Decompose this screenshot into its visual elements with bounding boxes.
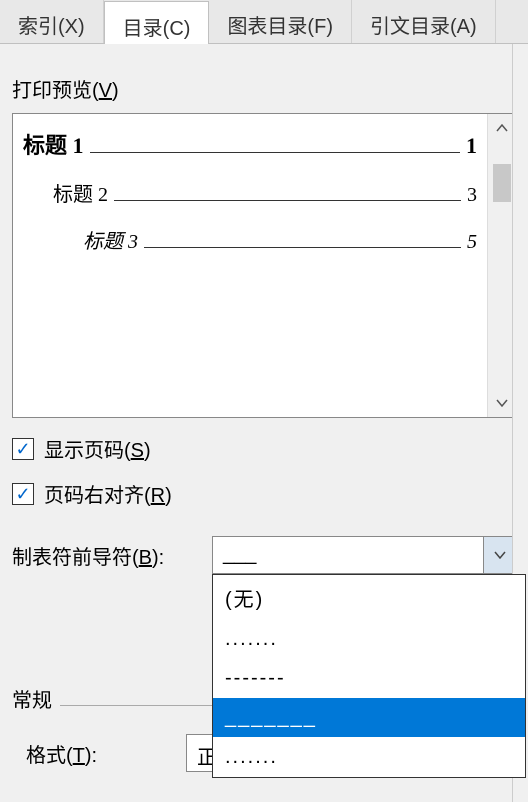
- dropdown-list: (无) ....... ------- _______ .......: [212, 574, 526, 778]
- scroll-down-icon[interactable]: [488, 389, 515, 417]
- content-area: 打印预览(V) 标题 1 1 标题 2 3 标题 3 5: [0, 44, 528, 784]
- toc-leader: [90, 152, 460, 153]
- checkmark-icon: ✓: [15, 440, 30, 458]
- preview-scrollbar[interactable]: [487, 114, 515, 417]
- checkbox-right-align-page-numbers[interactable]: ✓ 页码右对齐(R): [12, 479, 516, 508]
- label-text: ): [112, 80, 119, 102]
- toc-level2: 标题 2 3: [23, 178, 477, 207]
- dropdown-option-dashes[interactable]: -------: [213, 659, 525, 698]
- toc-leader: [144, 247, 461, 248]
- label-text: ): [144, 440, 151, 462]
- checkbox-show-page-numbers[interactable]: ✓ 显示页码(S): [12, 434, 516, 463]
- checkbox-label: 页码右对齐(R): [44, 479, 172, 508]
- accelerator-key: S: [131, 440, 144, 462]
- toc-leader: [114, 200, 461, 201]
- label-text: 打印预览(: [12, 80, 99, 102]
- checkmark-icon: ✓: [15, 485, 30, 503]
- print-preview-label: 打印预览(V): [12, 74, 516, 103]
- toc-level3: 标题 3 5: [23, 225, 477, 254]
- dropdown-option-none[interactable]: (无): [213, 575, 525, 620]
- toc-page: 3: [467, 184, 477, 207]
- tab-leader-dropdown[interactable]: ___ (无) ....... ------- _______ .......: [212, 536, 516, 574]
- scroll-up-icon[interactable]: [488, 114, 515, 142]
- checkbox-label: 显示页码(S): [44, 434, 151, 463]
- label-text: ):: [85, 745, 97, 767]
- dropdown-selected-value: ___: [213, 537, 483, 573]
- tab-leader-row: 制表符前导符(B): ___ (无) ....... ------- _____…: [12, 536, 516, 574]
- label-text: 显示页码(: [44, 440, 131, 462]
- label-text: 页码右对齐(: [44, 485, 151, 507]
- label-text: 格式(: [26, 745, 73, 767]
- dropdown-display[interactable]: ___: [212, 536, 516, 574]
- format-label: 格式(T):: [26, 739, 186, 768]
- label-text: 制表符前导符(: [12, 547, 139, 569]
- toc-title: 标题 1: [23, 128, 84, 160]
- dropdown-option-dots2[interactable]: .......: [213, 738, 525, 777]
- toc-level1: 标题 1 1: [23, 128, 477, 160]
- preview-area: 标题 1 1 标题 2 3 标题 3 5: [13, 114, 487, 417]
- scroll-thumb[interactable]: [493, 164, 511, 202]
- checkbox-icon[interactable]: ✓: [12, 438, 34, 460]
- label-text: ):: [152, 547, 164, 569]
- accelerator-key: B: [139, 547, 152, 569]
- tab-bar: 索引(X) 目录(C) 图表目录(F) 引文目录(A): [0, 0, 528, 44]
- checkbox-icon[interactable]: ✓: [12, 483, 34, 505]
- toc-page: 5: [467, 231, 477, 254]
- tab-index[interactable]: 索引(X): [0, 0, 104, 43]
- accelerator-key: V: [99, 80, 112, 102]
- preview-box: 标题 1 1 标题 2 3 标题 3 5: [12, 113, 516, 418]
- tab-toc[interactable]: 目录(C): [104, 1, 210, 44]
- toc-title: 标题 3: [83, 225, 138, 254]
- tab-leader-label: 制表符前导符(B):: [12, 541, 212, 570]
- dropdown-option-underline[interactable]: _______: [213, 698, 525, 738]
- chevron-down-icon[interactable]: [483, 537, 515, 573]
- label-text: ): [165, 485, 172, 507]
- accelerator-key: R: [151, 485, 165, 507]
- toc-page: 1: [466, 133, 477, 159]
- tab-citations[interactable]: 引文目录(A): [352, 0, 496, 43]
- dropdown-option-dots[interactable]: .......: [213, 620, 525, 659]
- toc-title: 标题 2: [53, 178, 108, 207]
- tab-figures[interactable]: 图表目录(F): [209, 0, 352, 43]
- accelerator-key: T: [73, 745, 85, 767]
